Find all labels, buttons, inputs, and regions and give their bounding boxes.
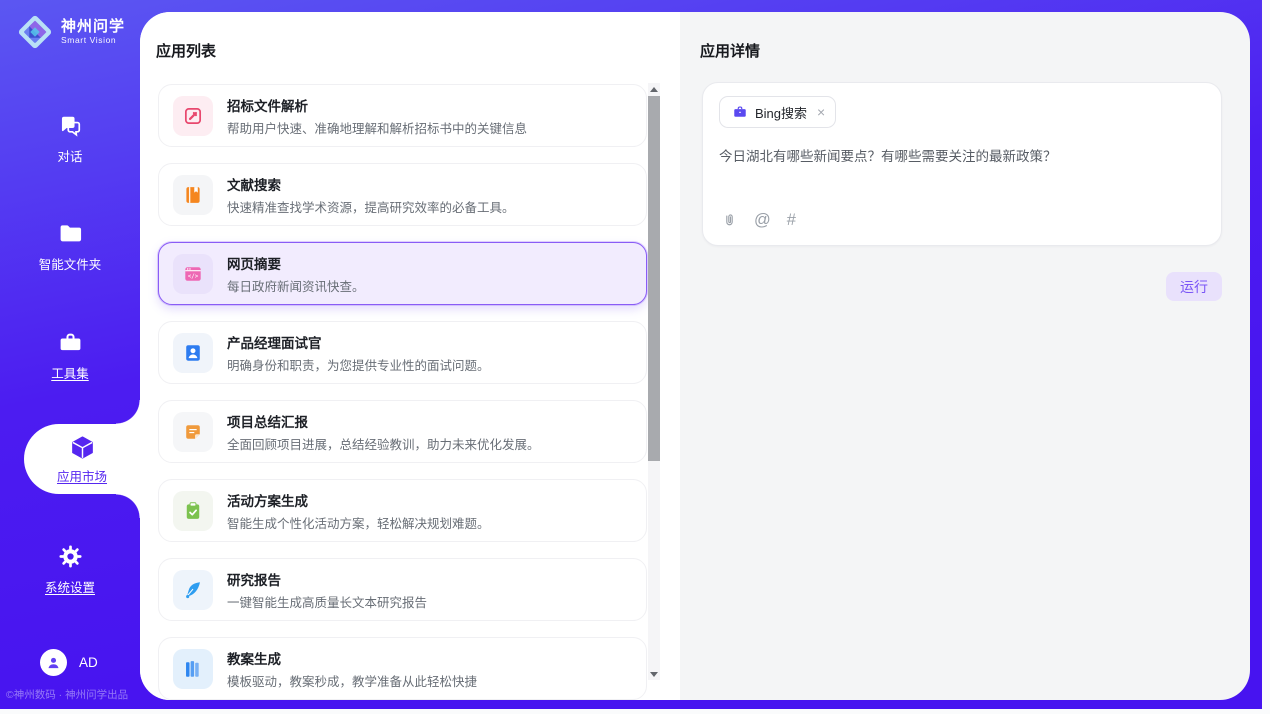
tool-tag-bing-search[interactable]: Bing搜索 × — [719, 96, 836, 128]
sidebar-item-label: 智能文件夹 — [39, 254, 102, 273]
scroll-up-button[interactable] — [648, 83, 660, 95]
sidebar-item-system-settings[interactable]: 系统设置 — [0, 543, 140, 596]
query-card: Bing搜索 × 今日湖北有哪些新闻要点？有哪些需要关注的最新政策？ @# — [702, 82, 1222, 246]
doc-edit-icon — [173, 96, 213, 136]
app-card-title: 活动方案生成 — [227, 490, 490, 510]
app-card[interactable]: 教案生成模板驱动，教案秒成，教学准备从此轻松快捷 — [158, 637, 647, 700]
brand-logo-diamond-icon — [16, 13, 54, 51]
app-card-text: 研究报告一键智能生成高质量长文本研究报告 — [227, 569, 427, 611]
sidebar-item-toolset[interactable]: 工具集 — [0, 329, 140, 382]
app-card-description: 帮助用户快速、准确地理解和解析招标书中的关键信息 — [227, 118, 527, 137]
scrollbar-thumb[interactable] — [648, 96, 660, 461]
brand-subtitle: Smart Vision — [61, 35, 125, 45]
triangle-up-icon — [650, 87, 658, 92]
user-name: AD — [79, 655, 98, 670]
app-card-description: 明确身份和职责，为您提供专业性的面试问题。 — [227, 355, 490, 374]
app-card-text: 产品经理面试官明确身份和职责，为您提供专业性的面试问题。 — [227, 332, 490, 374]
briefcase-icon — [732, 104, 748, 120]
sidebar: 神州问学 Smart Vision 对话智能文件夹工具集应用市场系统设置 AD … — [0, 0, 140, 709]
app-list-panel: 应用列表 招标文件解析帮助用户快速、准确地理解和解析招标书中的关键信息文献搜索快… — [140, 12, 680, 700]
note-icon — [173, 412, 213, 452]
app-window: 应用列表 招标文件解析帮助用户快速、准确地理解和解析招标书中的关键信息文献搜索快… — [0, 0, 1270, 714]
app-card-title: 教案生成 — [227, 648, 477, 668]
hash-icon[interactable]: # — [787, 212, 796, 229]
sidebar-item-smart-folders[interactable]: 智能文件夹 — [0, 220, 140, 273]
gear-icon — [57, 543, 84, 570]
app-card-list: 招标文件解析帮助用户快速、准确地理解和解析招标书中的关键信息文献搜索快速精准查找… — [158, 84, 647, 700]
app-card-text: 文献搜索快速精准查找学术资源，提高研究效率的必备工具。 — [227, 174, 515, 216]
close-icon[interactable]: × — [817, 105, 825, 119]
app-card[interactable]: 活动方案生成智能生成个性化活动方案，轻松解决规划难题。 — [158, 479, 647, 542]
scroll-down-button[interactable] — [648, 668, 660, 680]
brand-name: 神州问学 — [61, 19, 125, 36]
input-toolbar: @# — [721, 212, 796, 229]
app-card-title: 产品经理面试官 — [227, 332, 490, 352]
app-card[interactable]: 项目总结汇报全面回顾项目进展，总结经验教训，助力未来优化发展。 — [158, 400, 647, 463]
query-input[interactable]: 今日湖北有哪些新闻要点？有哪些需要关注的最新政策？ — [717, 145, 1201, 201]
app-list-title: 应用列表 — [156, 40, 216, 61]
brand: 神州问学 Smart Vision — [16, 13, 125, 51]
sidebar-footer: ©神州数码 · 神州问学出品 — [6, 687, 146, 702]
user-row[interactable]: AD — [40, 649, 98, 676]
app-card-description: 全面回顾项目进展，总结经验教训，助力未来优化发展。 — [227, 434, 540, 453]
svg-text:</>: </> — [188, 273, 199, 279]
app-card-text: 招标文件解析帮助用户快速、准确地理解和解析招标书中的关键信息 — [227, 95, 527, 137]
app-card-text: 活动方案生成智能生成个性化活动方案，轻松解决规划难题。 — [227, 490, 490, 532]
main-window: 应用列表 招标文件解析帮助用户快速、准确地理解和解析招标书中的关键信息文献搜索快… — [140, 12, 1250, 700]
app-card-title: 文献搜索 — [227, 174, 515, 194]
app-card[interactable]: 产品经理面试官明确身份和职责，为您提供专业性的面试问题。 — [158, 321, 647, 384]
attachment-icon[interactable] — [721, 212, 738, 229]
app-card[interactable]: 招标文件解析帮助用户快速、准确地理解和解析招标书中的关键信息 — [158, 84, 647, 147]
cube-icon — [69, 434, 96, 461]
interviewer-icon — [173, 333, 213, 373]
app-card-selected[interactable]: </> 网页摘要每日政府新闻资讯快查。 — [158, 242, 647, 305]
app-card-title: 招标文件解析 — [227, 95, 527, 115]
tool-tag-label: Bing搜索 — [755, 103, 807, 122]
mention-icon[interactable]: @ — [754, 212, 771, 229]
chat-icon — [57, 112, 84, 139]
app-card-description: 快速精准查找学术资源，提高研究效率的必备工具。 — [227, 197, 515, 216]
app-card-text: 项目总结汇报全面回顾项目进展，总结经验教训，助力未来优化发展。 — [227, 411, 540, 453]
app-card[interactable]: 文献搜索快速精准查找学术资源，提高研究效率的必备工具。 — [158, 163, 647, 226]
app-card-description: 模板驱动，教案秒成，教学准备从此轻松快捷 — [227, 671, 477, 690]
triangle-down-icon — [650, 672, 658, 677]
sidebar-item-label: 对话 — [57, 146, 82, 165]
app-card-title: 研究报告 — [227, 569, 427, 589]
app-card[interactable]: 研究报告一键智能生成高质量长文本研究报告 — [158, 558, 647, 621]
sidebar-item-label: 工具集 — [51, 363, 89, 382]
app-card-description: 智能生成个性化活动方案，轻松解决规划难题。 — [227, 513, 490, 532]
sidebar-item-label: 应用市场 — [57, 466, 107, 485]
books-icon — [173, 649, 213, 689]
sidebar-item-chat[interactable]: 对话 — [0, 112, 140, 165]
app-list-scrollbar[interactable] — [648, 83, 660, 680]
run-button[interactable]: 运行 — [1166, 272, 1222, 301]
web-code-icon: </> — [173, 254, 213, 294]
app-card-text: 网页摘要每日政府新闻资讯快查。 — [227, 253, 365, 295]
book-icon — [173, 175, 213, 215]
app-card-text: 教案生成模板驱动，教案秒成，教学准备从此轻松快捷 — [227, 648, 477, 690]
research-icon — [173, 570, 213, 610]
clipboard-icon — [173, 491, 213, 531]
toolbox-icon — [57, 329, 84, 356]
sidebar-item-label: 系统设置 — [45, 577, 95, 596]
avatar — [40, 649, 67, 676]
app-card-title: 项目总结汇报 — [227, 411, 540, 431]
app-card-description: 一键智能生成高质量长文本研究报告 — [227, 592, 427, 611]
app-detail-title: 应用详情 — [700, 40, 760, 61]
folder-icon — [57, 220, 84, 247]
app-card-title: 网页摘要 — [227, 253, 365, 273]
app-detail-panel: 应用详情 Bing搜索 × 今日湖北有哪些新闻要点？有哪些需要关注的最新政策？ … — [680, 12, 1250, 700]
sidebar-item-app-market[interactable]: 应用市场 — [24, 424, 140, 494]
app-card-description: 每日政府新闻资讯快查。 — [227, 276, 365, 295]
